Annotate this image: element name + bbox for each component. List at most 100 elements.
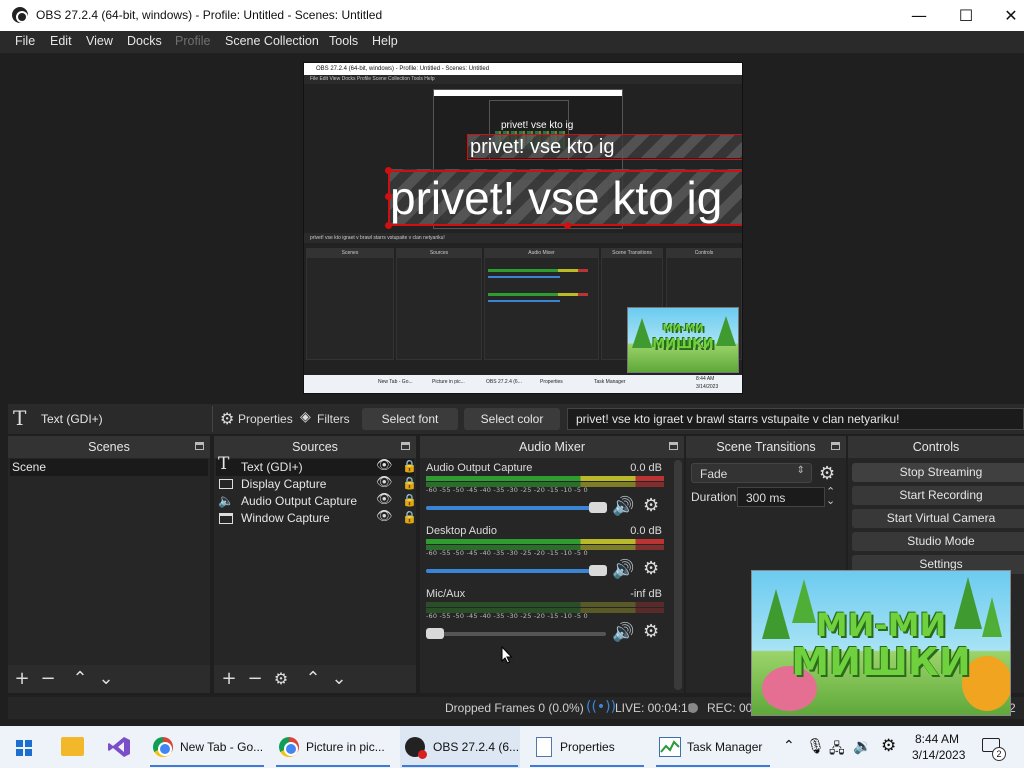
preview-mini-dock-scenes: Scenes <box>306 248 394 360</box>
dock-float-icon[interactable] <box>401 442 410 450</box>
taskbar-app-label: Properties <box>560 740 615 754</box>
settings-gear-icon[interactable]: ⚙ <box>881 736 896 756</box>
lock-icon[interactable]: 🔒 <box>402 493 417 507</box>
chevron-up-icon[interactable]: ⌃ <box>783 738 795 754</box>
chevron-updown-icon: ⇕ <box>796 465 805 476</box>
source-properties-gear-icon[interactable]: ⚙ <box>271 669 291 689</box>
selection-box-large[interactable] <box>388 170 742 226</box>
move-down-icon[interactable]: ⌄ <box>96 669 116 689</box>
maximize-button[interactable]: ☐ <box>943 0 989 31</box>
taskbar-app-obs[interactable]: OBS 27.2.4 (6... <box>400 726 520 768</box>
taskbar-app-properties[interactable]: Properties <box>528 726 646 768</box>
start-virtual-camera-button[interactable]: Start Virtual Camera <box>852 509 1024 528</box>
windows-start-icon[interactable] <box>16 740 32 756</box>
menu-bar: File Edit View Docks Profile Scene Colle… <box>0 31 1024 53</box>
microphone-icon[interactable]: 🎙 <box>806 737 825 755</box>
taskbar-app-task-manager[interactable]: Task Manager <box>654 726 772 768</box>
menu-profile[interactable]: Profile <box>175 34 210 48</box>
stop-streaming-button[interactable]: Stop Streaming <box>852 463 1024 482</box>
visual-studio-icon[interactable] <box>107 736 131 758</box>
clock-time[interactable]: 8:44 AM <box>915 732 959 746</box>
menu-docks[interactable]: Docks <box>127 34 162 48</box>
select-color-button[interactable]: Select color <box>464 408 560 430</box>
dock-float-icon[interactable] <box>195 442 204 450</box>
rec-timer: REC: 00: <box>707 701 756 715</box>
menu-edit[interactable]: Edit <box>50 34 72 48</box>
channel-db: 0.0 dB <box>630 525 662 537</box>
channel-gear-icon[interactable]: ⚙ <box>643 558 659 579</box>
resize-handle-bottomleft[interactable] <box>385 222 392 229</box>
channel-gear-icon[interactable]: ⚙ <box>643 621 659 642</box>
volume-slider-fill <box>426 506 591 510</box>
select-font-button[interactable]: Select font <box>362 408 458 430</box>
resize-handle-bottom[interactable] <box>564 222 571 229</box>
source-name: Audio Output Capture <box>241 494 358 508</box>
scenes-dock: Scenes Scene + − ⌃ ⌄ <box>8 436 210 693</box>
resize-handle-left[interactable] <box>385 193 392 200</box>
close-button[interactable]: ✕ <box>988 0 1024 31</box>
file-explorer-icon[interactable] <box>61 737 84 756</box>
taskbar-app-chrome-pip[interactable]: Picture in pic... <box>274 726 392 768</box>
speaker-mute-icon[interactable]: 🔊 <box>612 559 634 580</box>
network-icon[interactable]: 🖧 <box>829 738 845 762</box>
menu-tools[interactable]: Tools <box>329 34 358 48</box>
clock-date[interactable]: 3/14/2023 <box>912 748 965 762</box>
monitor-icon <box>219 479 233 489</box>
dock-float-icon[interactable] <box>831 442 840 450</box>
minimize-button[interactable]: — <box>896 0 942 31</box>
duration-input[interactable]: 300 ms <box>737 487 825 507</box>
move-up-icon[interactable]: ⌃ <box>70 669 90 689</box>
add-source-icon[interactable]: + <box>219 669 239 689</box>
properties-icon <box>536 737 552 757</box>
eye-icon[interactable]: 👁 <box>376 492 393 507</box>
volume-meter <box>426 539 664 544</box>
scene-item[interactable]: Scene <box>10 459 208 476</box>
volume-slider-knob[interactable] <box>589 565 607 576</box>
properties-button[interactable]: Properties <box>238 412 293 426</box>
start-recording-button[interactable]: Start Recording <box>852 486 1024 505</box>
remove-scene-icon[interactable]: − <box>38 669 58 689</box>
volume-slider[interactable] <box>426 565 607 576</box>
eye-icon[interactable]: 👁 <box>376 475 393 490</box>
add-scene-icon[interactable]: + <box>12 669 32 689</box>
spin-down-icon[interactable]: ⌄ <box>826 494 835 507</box>
dock-float-icon[interactable] <box>669 442 678 450</box>
recording-badge-icon <box>418 750 427 759</box>
speaker-icon: 🔈 <box>218 494 235 509</box>
move-up-icon[interactable]: ⌃ <box>303 669 323 689</box>
volume-icon[interactable]: 🔉 <box>853 737 872 755</box>
filters-button[interactable]: Filters <box>317 412 350 426</box>
transition-select[interactable]: Fade ⇕ <box>691 463 812 483</box>
menu-view[interactable]: View <box>86 34 113 48</box>
source-name: Text (GDI+) <box>241 460 303 474</box>
volume-slider[interactable] <box>426 628 606 639</box>
speaker-mute-icon[interactable]: 🔊 <box>612 622 634 643</box>
pip-logo-bottom: МИШКИ <box>791 640 971 684</box>
speaker-mute-icon[interactable]: 🔊 <box>612 496 634 517</box>
move-down-icon[interactable]: ⌄ <box>329 669 349 689</box>
menu-scene-collection[interactable]: Scene Collection <box>225 34 319 48</box>
remove-source-icon[interactable]: − <box>245 669 265 689</box>
volume-slider-knob[interactable] <box>426 628 444 639</box>
mixer-scrollbar[interactable] <box>674 460 682 690</box>
controls-dock-title: Controls <box>848 436 1024 458</box>
text-content-input[interactable]: privet! vse kto igraet v brawl starrs vs… <box>567 408 1024 430</box>
volume-slider-knob[interactable] <box>589 502 607 513</box>
taskbar-app-chrome-newtab[interactable]: New Tab - Go... <box>148 726 266 768</box>
channel-gear-icon[interactable]: ⚙ <box>643 495 659 516</box>
lock-icon[interactable]: 🔒 <box>402 459 417 473</box>
resize-handle-topleft[interactable] <box>385 167 392 174</box>
eye-icon[interactable]: 👁 <box>376 509 393 524</box>
lock-icon[interactable]: 🔒 <box>402 476 417 490</box>
menu-file[interactable]: File <box>15 34 35 48</box>
picture-in-picture-window[interactable]: МИ-МИ МИШКИ <box>751 570 1011 716</box>
scene-transitions-dock-title: Scene Transitions <box>686 436 846 458</box>
preview-canvas[interactable]: OBS 27.2.4 (64-bit, windows) - Profile: … <box>303 62 743 394</box>
studio-mode-button[interactable]: Studio Mode <box>852 532 1024 551</box>
transition-gear-icon[interactable]: ⚙ <box>819 463 835 484</box>
mouse-cursor-icon <box>501 646 513 664</box>
lock-icon[interactable]: 🔒 <box>402 510 417 524</box>
eye-icon[interactable]: 👁 <box>376 458 393 473</box>
volume-slider[interactable] <box>426 502 607 513</box>
menu-help[interactable]: Help <box>372 34 398 48</box>
